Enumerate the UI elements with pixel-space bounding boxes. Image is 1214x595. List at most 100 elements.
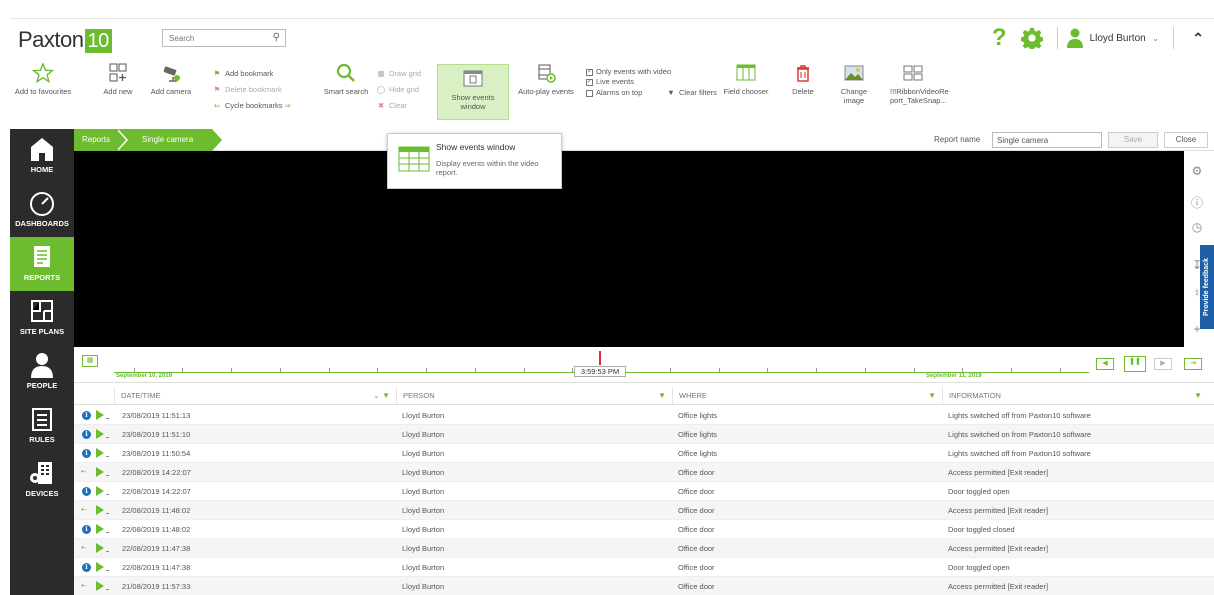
show-events-window-button[interactable]: Show events window: [437, 64, 509, 120]
col-datetime-header[interactable]: DATE/TIME ⌄ ▼: [114, 387, 396, 405]
timeline-current-time: 3:59:53 PM: [574, 366, 626, 377]
step-forward-button[interactable]: ▶: [1154, 358, 1172, 370]
col-information-header[interactable]: INFORMATION ▼: [942, 387, 1208, 405]
report-name-input[interactable]: [992, 132, 1102, 148]
provide-feedback-tab[interactable]: Provide feedback: [1200, 245, 1214, 329]
save-button[interactable]: Save: [1108, 132, 1158, 148]
cell-datetime: 22/08/2019 14:22:07: [122, 487, 191, 496]
play-event-icon[interactable]: [96, 486, 104, 496]
sidebar-item-devices[interactable]: DEVICES: [10, 453, 74, 507]
checkbox-unchecked-icon[interactable]: [586, 89, 593, 97]
delete-bookmark-button[interactable]: ⚑ Delete bookmark: [212, 84, 282, 95]
sidebar-item-home[interactable]: HOME: [10, 129, 74, 183]
paxton-logo[interactable]: Paxton 10: [18, 27, 112, 53]
add-to-favourites-button[interactable]: Add to favourites: [10, 62, 76, 96]
play-event-icon[interactable]: [96, 410, 104, 420]
search-box[interactable]: ⚲: [162, 29, 286, 47]
events-table: DATE/TIME ⌄ ▼ PERSON ▼ WHERE ▼ INFORMATION ▼…: [74, 387, 1214, 595]
video-viewport[interactable]: [74, 151, 1184, 347]
breadcrumb-bar: Reports Single camera Report name Save C…: [74, 129, 1214, 151]
play-event-icon[interactable]: [96, 467, 104, 477]
cell-person: Lloyd Burton: [402, 449, 445, 458]
sidebar-item-site-plans[interactable]: SITE PLANS: [10, 291, 74, 345]
cell-person: Lloyd Burton: [402, 468, 445, 477]
row-marker: [106, 551, 109, 552]
cycle-right-icon: ⇒: [284, 101, 291, 110]
sidebar-item-reports[interactable]: REPORTS: [10, 237, 74, 291]
cell-person: Lloyd Burton: [402, 544, 445, 553]
table-row[interactable]: •- 22/08/2019 11:48:02 Lloyd Burton Office …: [74, 501, 1214, 520]
chevron-down-icon[interactable]: ⌄: [1152, 33, 1160, 44]
collapse-ribbon-icon[interactable]: ⌃: [1192, 30, 1204, 47]
search-input[interactable]: [163, 30, 259, 46]
play-event-icon[interactable]: [96, 448, 104, 458]
play-event-icon[interactable]: [96, 505, 104, 515]
col-where-header[interactable]: WHERE ▼: [672, 387, 942, 405]
table-row[interactable]: •- 21/08/2019 11:57:33 Lloyd Burton Office …: [74, 577, 1214, 595]
table-row[interactable]: i 22/08/2019 11:48:02 Lloyd Burton Office d…: [74, 520, 1214, 539]
clear-grid-button[interactable]: ✖ Clear: [376, 100, 407, 111]
checkbox-checked-icon[interactable]: ✓: [586, 78, 593, 86]
gear-icon[interactable]: [1020, 27, 1043, 49]
go-live-button[interactable]: ⇥: [1184, 358, 1202, 370]
user-name[interactable]: Lloyd Burton: [1090, 33, 1146, 44]
add-bookmark-button[interactable]: ⚑ Add bookmark: [212, 68, 274, 79]
sidebar-item-dashboards[interactable]: DASHBOARDS: [10, 183, 74, 237]
step-back-button[interactable]: ◀: [1096, 358, 1114, 370]
cycle-bookmarks-button[interactable]: ⇐ Cycle bookmarks ⇒: [212, 100, 296, 111]
auto-play-events-button[interactable]: Auto-play events: [514, 62, 578, 96]
help-icon[interactable]: ?: [992, 24, 1007, 52]
sidebar-item-rules[interactable]: RULES: [10, 399, 74, 453]
table-row[interactable]: i 23/08/2019 11:50:54 Lloyd Burton Office l…: [74, 444, 1214, 463]
pause-button[interactable]: ❚❚: [1124, 356, 1146, 372]
clear-filters-button[interactable]: ▼ Clear filters: [666, 87, 717, 98]
cycle-left-icon: ⇐: [213, 101, 221, 110]
table-row[interactable]: i 23/08/2019 11:51:13 Lloyd Burton Office l…: [74, 406, 1214, 425]
events-toggle-icon[interactable]: ▦: [82, 355, 98, 367]
checkbox-checked-icon[interactable]: ✓: [586, 68, 593, 76]
image-icon: [844, 65, 864, 81]
sidebar-item-people[interactable]: PEOPLE: [10, 345, 74, 399]
clock-icon[interactable]: ◷: [1187, 217, 1207, 237]
table-row[interactable]: i 23/08/2019 11:51:10 Lloyd Burton Office l…: [74, 425, 1214, 444]
col-person-header[interactable]: PERSON ▼: [396, 387, 672, 405]
filter-icon[interactable]: ▼: [928, 387, 936, 405]
header-right-controls: ? Lloyd Burton ⌄ ⌃: [992, 23, 1204, 53]
alarms-on-top-checkbox[interactable]: Alarms on top: [586, 87, 642, 98]
play-event-icon[interactable]: [96, 581, 104, 591]
info-circle-icon[interactable]: ⓘ: [1187, 193, 1207, 213]
filter-icon[interactable]: ▼: [1194, 387, 1202, 405]
play-event-icon[interactable]: [96, 543, 104, 553]
cell-person: Lloyd Burton: [402, 582, 445, 591]
delete-button[interactable]: Delete: [788, 62, 818, 96]
smart-search-button[interactable]: Smart search: [320, 62, 372, 96]
table-header: DATE/TIME ⌄ ▼ PERSON ▼ WHERE ▼ INFORMATION ▼: [74, 387, 1214, 405]
breadcrumb-single-camera[interactable]: Single camera: [122, 129, 222, 151]
hide-grid-button[interactable]: ◯ Hide grid: [376, 84, 419, 95]
table-row[interactable]: •- 22/08/2019 14:22:07 Lloyd Burton Office …: [74, 463, 1214, 482]
table-row[interactable]: i 22/08/2019 14:22:07 Lloyd Burton Office d…: [74, 482, 1214, 501]
camera-select-icon[interactable]: ⚙: [1187, 161, 1207, 181]
play-event-icon[interactable]: [96, 524, 104, 534]
table-row[interactable]: i 22/08/2019 11:47:38 Lloyd Burton Office d…: [74, 558, 1214, 577]
play-event-icon[interactable]: [96, 429, 104, 439]
filter-icon[interactable]: ▼: [658, 387, 666, 405]
change-image-button[interactable]: Change image: [830, 62, 878, 105]
change-image-label: Change image: [840, 87, 868, 105]
close-button[interactable]: Close: [1164, 132, 1208, 148]
add-to-favourites-label: Add to favourites: [14, 87, 72, 96]
draw-grid-button[interactable]: ▦ Draw grid: [376, 68, 421, 79]
search-icon[interactable]: ⚲: [273, 32, 280, 43]
timeline-playhead[interactable]: [599, 351, 601, 365]
take-snapshot-button[interactable]: !!!RibbonVideoRe port_TakeSnap...: [890, 62, 966, 105]
user-icon[interactable]: [1066, 28, 1084, 48]
sort-filter-icon[interactable]: ⌄ ▼: [373, 387, 390, 405]
cell-datetime: 23/08/2019 11:50:54: [122, 449, 191, 458]
video-timeline[interactable]: ▦ September 10, 2019 September 11, 2019 …: [74, 347, 1214, 383]
table-row[interactable]: •- 22/08/2019 11:47:38 Lloyd Burton Office …: [74, 539, 1214, 558]
live-events-checkbox[interactable]: ✓ Live events: [586, 76, 634, 87]
field-chooser-button[interactable]: Field chooser: [720, 62, 772, 96]
add-new-button[interactable]: Add new: [100, 62, 136, 96]
play-event-icon[interactable]: [96, 562, 104, 572]
add-camera-button[interactable]: Add camera: [150, 62, 192, 96]
